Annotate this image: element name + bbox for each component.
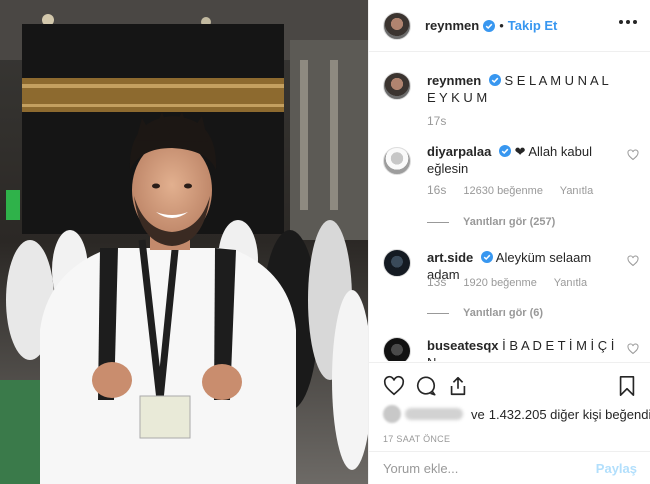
liker-avatar xyxy=(383,405,401,423)
comment-like-heart-icon[interactable] xyxy=(627,343,639,355)
avatar[interactable] xyxy=(383,249,411,277)
comment-item: art.side Aleyküm selaam adam 13s 1920 be… xyxy=(383,249,639,329)
view-replies-label: Yanıtları gör (257) xyxy=(463,216,556,228)
comment-item: buseatesqx İ B A D E T İ M İ Ç İ N xyxy=(383,337,639,361)
comment-input[interactable]: Yorum ekle... xyxy=(383,461,458,476)
verified-badge-icon xyxy=(488,74,501,86)
avatar[interactable] xyxy=(383,337,411,361)
replies-divider xyxy=(427,221,449,223)
verified-badge-icon xyxy=(498,145,511,157)
comment-item: diyarpalaa ❤ Allah kabul eğlesin 16s 126… xyxy=(383,143,639,233)
post-actions: ve 1.432.205 diğer kişi beğendi 17 SAAT … xyxy=(369,362,650,484)
post-username[interactable]: reynmen xyxy=(425,18,479,33)
caption: reynmen S E L A M U N A L E Y K U M 17s xyxy=(383,72,639,142)
separator-dot: • xyxy=(499,18,504,33)
photo-illustration xyxy=(0,0,368,484)
share-icon[interactable] xyxy=(447,375,469,397)
likes-summary[interactable]: ve 1.432.205 diğer kişi beğendi xyxy=(383,405,650,423)
verified-badge-icon xyxy=(483,19,496,32)
action-icons xyxy=(383,375,637,399)
reply-button[interactable]: Yanıtla xyxy=(560,185,593,197)
comment-like-heart-icon[interactable] xyxy=(627,255,639,267)
comment-username[interactable]: buseatesqx xyxy=(427,338,499,353)
view-replies-button[interactable]: Yanıtları gör (6) xyxy=(427,307,543,319)
bookmark-icon[interactable] xyxy=(617,375,637,397)
comment-icon[interactable] xyxy=(415,375,437,397)
avatar[interactable] xyxy=(383,147,411,175)
comment-time[interactable]: 16s xyxy=(427,183,446,197)
comment-username[interactable]: diyarpalaa xyxy=(427,144,491,159)
replies-divider xyxy=(427,312,449,314)
view-replies-button[interactable]: Yanıtları gör (257) xyxy=(427,216,555,228)
post-header: reynmen • Takip Et xyxy=(369,0,650,52)
add-comment-bar: Yorum ekle... Paylaş xyxy=(369,451,650,484)
share-comment-button[interactable]: Paylaş xyxy=(596,461,637,476)
likes-count[interactable]: 1.432.205 diğer kişi beğendi xyxy=(489,407,650,422)
more-options-icon[interactable] xyxy=(619,20,637,24)
comment-time[interactable]: 13s xyxy=(427,275,446,289)
caption-username[interactable]: reynmen xyxy=(427,73,481,88)
post-side-panel: reynmen • Takip Et reynmen S E L A M U N… xyxy=(368,0,650,484)
avatar[interactable] xyxy=(383,72,411,100)
reply-button[interactable]: Yanıtla xyxy=(554,277,587,289)
post-timestamp[interactable]: 17 SAAT ÖNCE xyxy=(383,434,450,444)
comments-list[interactable]: reynmen S E L A M U N A L E Y K U M 17s … xyxy=(369,53,650,361)
comment-likes[interactable]: 12630 beğenme xyxy=(463,185,543,197)
comment-likes[interactable]: 1920 beğenme xyxy=(463,277,536,289)
verified-badge-icon xyxy=(480,251,493,263)
view-replies-label: Yanıtları gör (6) xyxy=(463,307,544,319)
avatar[interactable] xyxy=(383,11,411,40)
post-photo[interactable] xyxy=(0,0,368,484)
follow-button[interactable]: Takip Et xyxy=(508,18,558,33)
likes-and-word: ve xyxy=(471,406,485,422)
comment-username[interactable]: art.side xyxy=(427,250,473,265)
caption-time[interactable]: 17s xyxy=(427,114,446,128)
heart-icon[interactable] xyxy=(383,375,405,397)
liker-name xyxy=(405,408,463,420)
comment-like-heart-icon[interactable] xyxy=(627,149,639,161)
